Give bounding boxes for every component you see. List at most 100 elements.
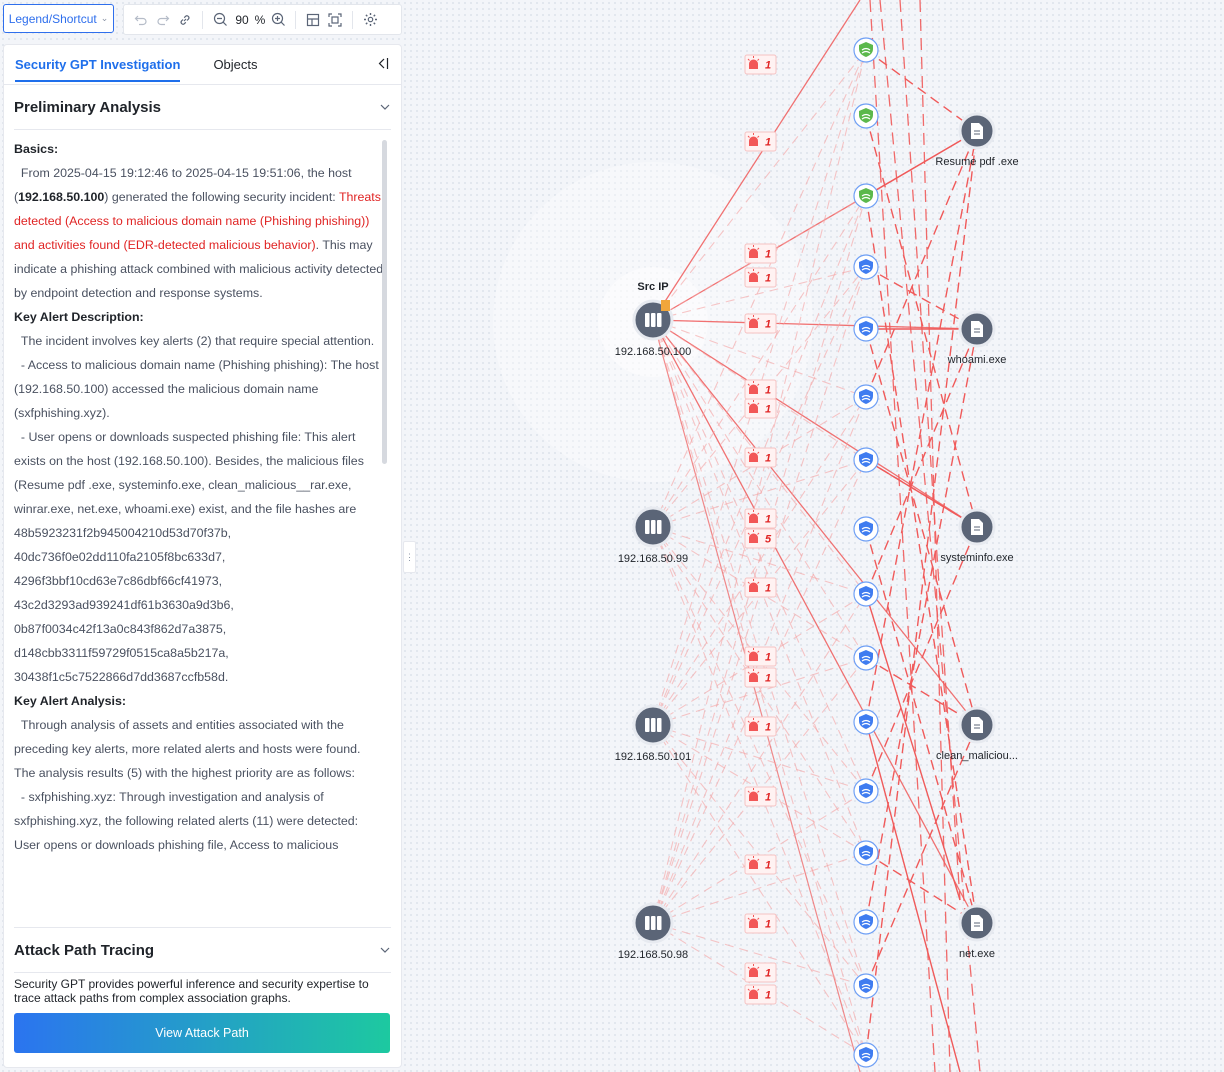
zoom-in-icon[interactable] [267,9,289,31]
undo-icon[interactable] [130,9,152,31]
alert-type-node [853,1042,879,1068]
investigation-graph[interactable]: 1 1 1 1 1 1 1 1 1 5 1 1 1 1 1 1 1 1 1 192.168.50.100 192.16… [414,0,1224,1072]
toolbar-divider [295,10,296,29]
alert-badge: 1 [744,131,777,152]
legend-shortcut-button[interactable]: Legend/Shortcut ⌄ [3,4,114,33]
zoom-out-icon[interactable] [209,9,231,31]
file-name-label: Resume pdf .exe [935,156,1018,168]
alert-count: 1 [765,722,771,734]
content-scrollbar[interactable] [382,140,387,464]
src-ip-label: Src IP [637,281,668,293]
alert-badge: 1 [744,913,777,934]
file-name-label: clean_maliciou... [936,750,1018,762]
alert-badge: 1 [744,267,777,288]
alert-type-node [853,384,879,410]
collapse-panel-icon[interactable] [377,57,389,75]
kaa-text-3: User opens or downloads phishing file, A… [14,838,339,852]
alert-badge: 1 [744,646,777,667]
alert-count: 1 [765,60,771,72]
file-icon [971,321,983,337]
alert-badge: 1 [744,577,777,598]
alert-type-node [853,103,879,129]
alert-badge: 1 [744,447,777,468]
tab-security-gpt-investigation[interactable]: Security GPT Investigation [15,47,181,82]
alert-count: 1 [765,968,771,980]
toolbar-divider [202,10,203,29]
file-nodes: Resume pdf .exe whoami.exe systeminfo.exe c… [935,112,1019,960]
attack-path-tracing-header[interactable]: Attack Path Tracing [14,927,391,973]
alert-count: 1 [765,137,771,149]
file-icon [971,717,983,733]
server-icon [645,718,662,732]
zoom-level-value[interactable]: 90 [231,13,253,27]
preliminary-analysis-header[interactable]: Preliminary Analysis [14,85,391,130]
server-icon [645,916,662,930]
panel-tabs: Security GPT Investigation Objects [4,45,401,85]
alert-badge: 1 [744,786,777,807]
dashed-edge [865,852,978,924]
analysis-content: Basics: From 2025-04-15 19:12:46 to 2025… [14,137,384,923]
solid-edge [865,593,961,901]
kad-paragraph-1: The incident involves key alerts (2) tha… [14,329,384,353]
kad-text-3: - User opens or downloads suspected phis… [14,430,364,684]
source-flag-icon [661,300,670,311]
layout-icon[interactable] [302,9,324,31]
alert-count: 1 [765,404,771,416]
server-icon [645,520,662,534]
alert-count: 1 [765,860,771,872]
alert-count: 1 [765,273,771,285]
dashed-edge [865,130,978,723]
alert-type-node [853,909,879,935]
file-name-label: systeminfo.exe [940,552,1013,564]
key-alert-analysis-heading: Key Alert Analysis: [14,694,127,708]
host-ip-label: 192.168.50.100 [615,346,691,358]
attack-path-tracing-title: Attack Path Tracing [14,941,155,959]
investigation-panel: Security GPT Investigation Objects Preli… [3,44,402,1068]
chevron-down-icon: ⌄ [100,13,109,23]
legend-shortcut-label: Legend/Shortcut [8,11,97,26]
link-icon[interactable] [174,9,196,31]
host-node: 192.168.50.98 [618,902,688,961]
alert-badge: 1 [744,54,777,75]
alert-badge: 1 [744,398,777,419]
view-attack-path-button[interactable]: View Attack Path [14,1013,390,1053]
alert-type-node [853,709,879,735]
graph-canvas[interactable]: 1 1 1 1 1 1 1 1 1 5 1 1 1 1 1 1 1 1 1 192.168.50.100 192.16… [414,0,1224,1072]
kaa-paragraph-2: - sxfphishing.xyz: Through investigation… [14,785,384,833]
alert-count: 1 [765,385,771,397]
alert-badge: 5 [744,528,777,549]
server-icon [645,313,662,327]
alert-count: 5 [765,534,772,546]
alert-badge: 1 [744,716,777,737]
alert-type-node [853,37,879,63]
redo-icon[interactable] [152,9,174,31]
key-alert-description-heading: Key Alert Description: [14,310,144,324]
settings-gear-icon[interactable] [359,9,381,31]
chevron-down-icon [380,104,390,110]
edges-dashed [652,0,981,1072]
alert-count: 1 [765,673,771,685]
alert-type-node [853,447,879,473]
kad-paragraph-2: - Access to malicious domain name (Phish… [14,353,384,425]
fit-view-icon[interactable] [324,9,346,31]
preliminary-analysis-title: Preliminary Analysis [14,98,162,116]
basics-paragraph: From 2025-04-15 19:12:46 to 2025-04-15 1… [14,161,384,305]
dashed-edge [865,657,978,726]
file-icon [971,915,983,931]
file-node: net.exe [958,904,996,960]
kaa-text-1: Through analysis of assets and entities … [14,718,361,780]
alert-badge: 1 [744,984,777,1005]
alert-badge: 1 [744,508,777,529]
alert-count: 1 [765,583,771,595]
alert-badge: 1 [744,962,777,983]
tab-objects[interactable]: Objects [213,47,257,82]
basics-host: 192.168.50.100 [18,190,105,204]
alert-type-node [853,840,879,866]
alert-badge: 1 [744,379,777,400]
file-node: Resume pdf .exe [935,112,1019,168]
file-name-label: net.exe [959,948,995,960]
alert-count: 1 [765,249,771,261]
dashed-edge [865,328,978,923]
file-icon [971,123,983,139]
solid-edge [652,319,978,924]
